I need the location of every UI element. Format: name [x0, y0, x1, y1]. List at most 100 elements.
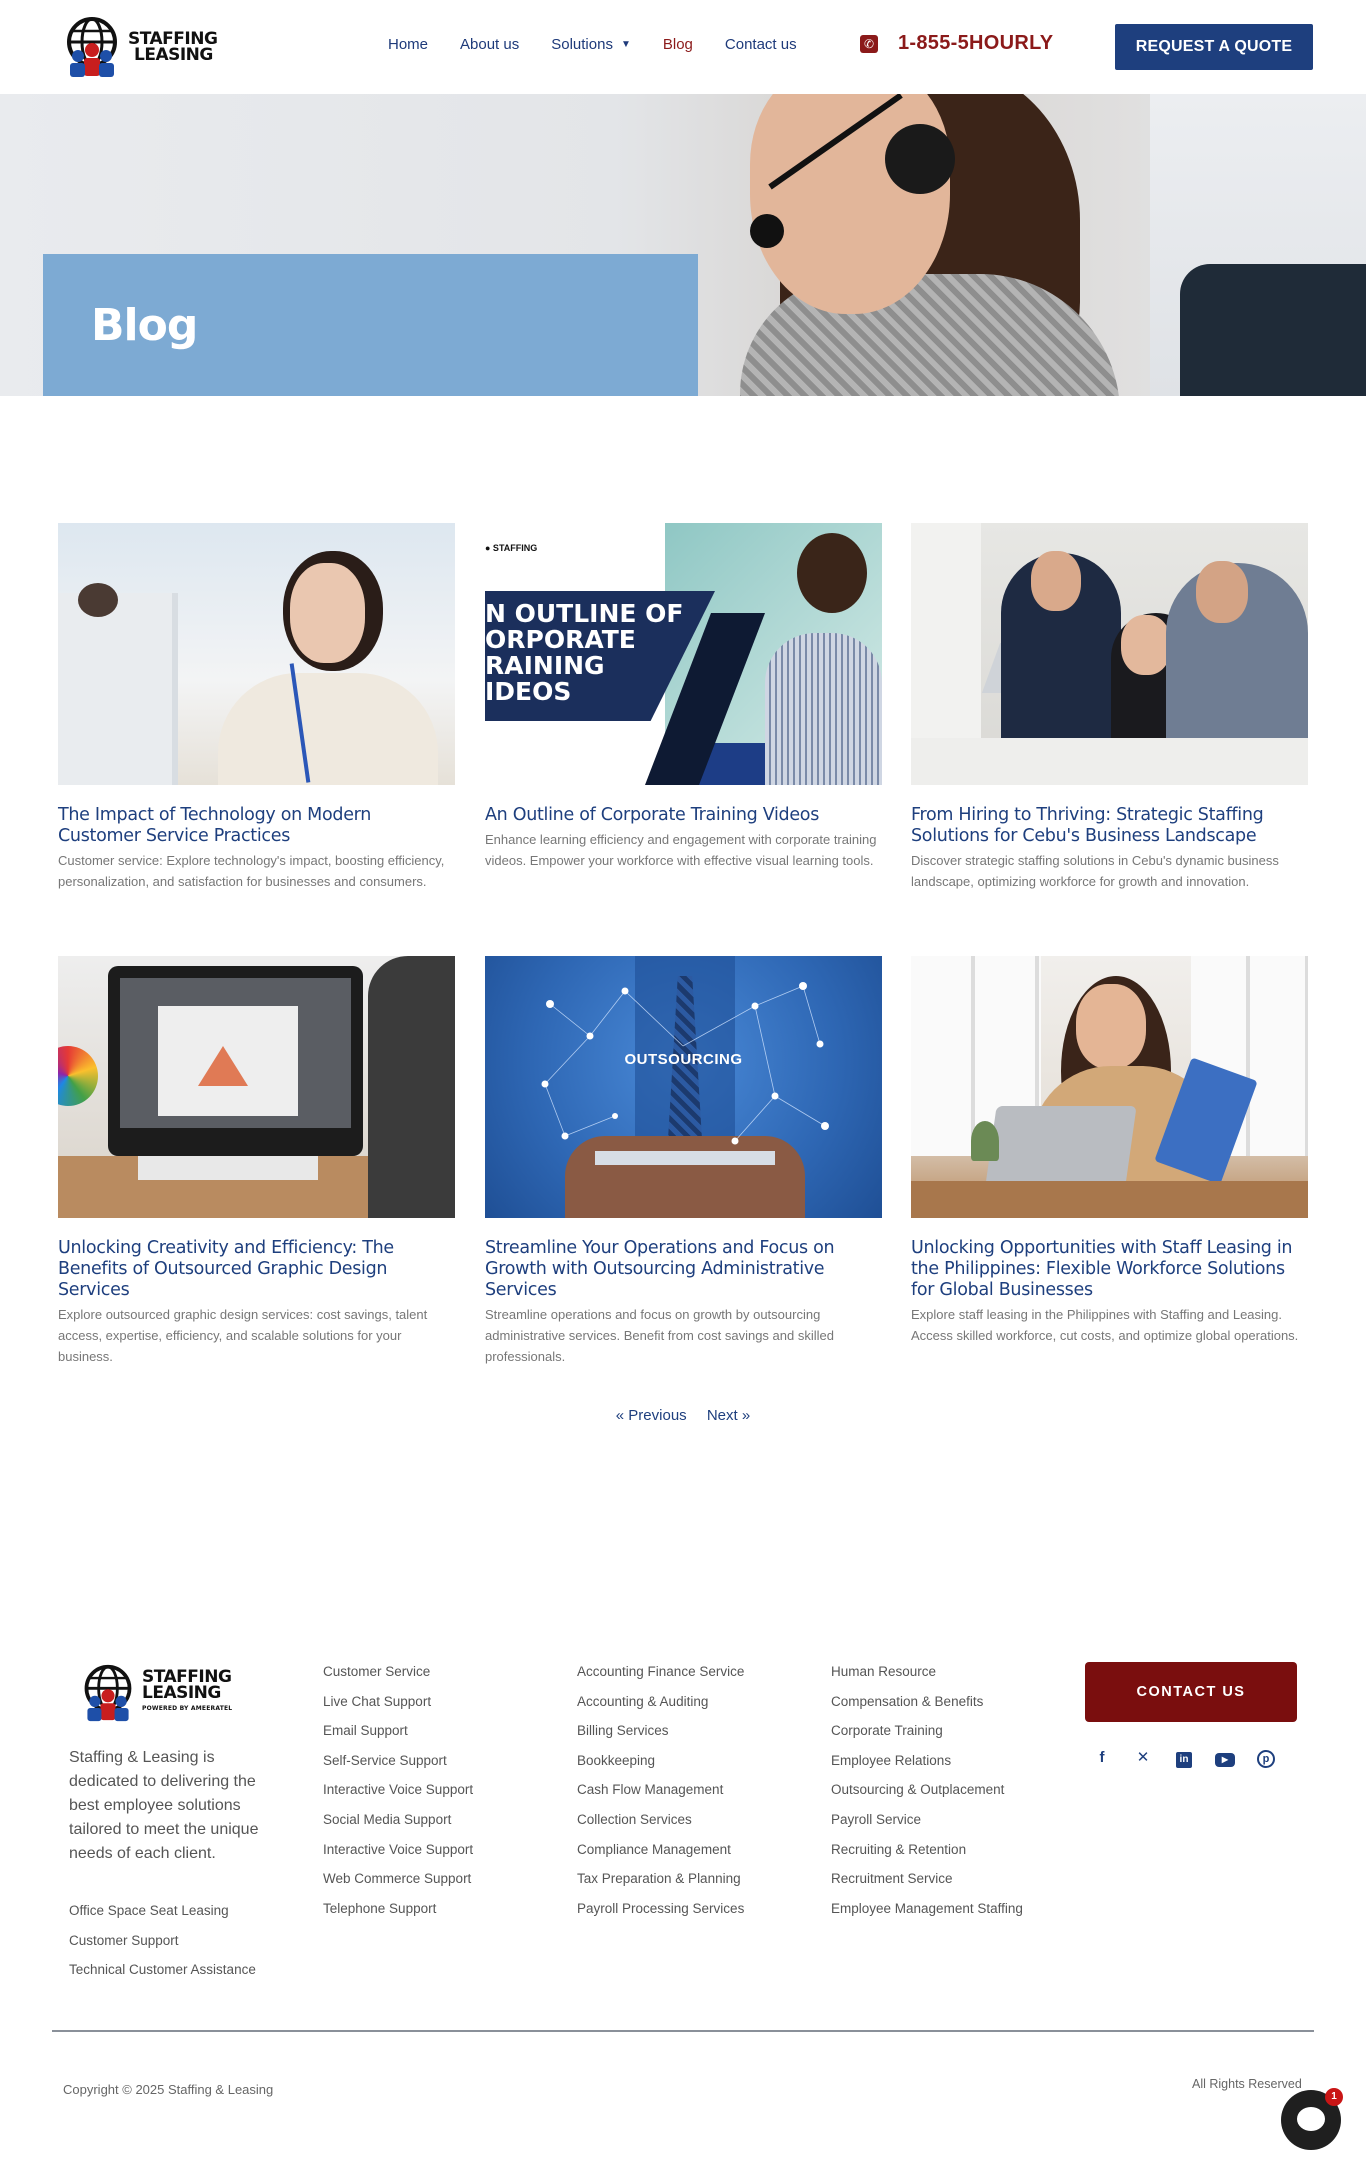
- post-title-link[interactable]: Streamline Your Operations and Focus on …: [485, 1238, 882, 1301]
- headset-icon: [885, 124, 955, 194]
- logo-line-2: LEASING: [134, 45, 213, 65]
- footer-link[interactable]: Customer Support: [69, 1932, 256, 1962]
- nav-blog[interactable]: Blog: [663, 36, 693, 53]
- post-excerpt: Discover strategic staffing solutions in…: [911, 853, 1279, 889]
- post-excerpt: Streamline operations and focus on growt…: [485, 1307, 834, 1364]
- footer-link[interactable]: Interactive Voice Support: [323, 1781, 473, 1811]
- pagination-next-link[interactable]: Next »: [707, 1407, 750, 1424]
- footer-link[interactable]: Employee Relations: [831, 1752, 1023, 1782]
- chat-widget-button[interactable]: 1: [1281, 2088, 1343, 2150]
- footer-link[interactable]: Live Chat Support: [323, 1693, 473, 1723]
- footer-link[interactable]: Interactive Voice Support: [323, 1841, 473, 1871]
- logo-line-2: LEASING: [142, 1683, 221, 1703]
- footer-link[interactable]: Outsourcing & Outplacement: [831, 1781, 1023, 1811]
- footer-link[interactable]: Self-Service Support: [323, 1752, 473, 1782]
- post-image-caption-line: IDEOS: [485, 677, 572, 706]
- post-title-link[interactable]: An Outline of Corporate Training Videos: [485, 805, 882, 826]
- hero-title-box: Blog: [43, 254, 698, 396]
- facebook-icon[interactable]: f: [1092, 1748, 1112, 1768]
- phone-contact[interactable]: ✆ 1-855-5HOURLY: [860, 32, 1053, 55]
- post-excerpt: Customer service: Explore technology's i…: [58, 853, 445, 889]
- footer-column-human-resource: Human Resource Compensation & Benefits C…: [831, 1663, 1023, 1929]
- footer-link[interactable]: Accounting Finance Service: [577, 1663, 744, 1693]
- footer-link[interactable]: Corporate Training: [831, 1722, 1023, 1752]
- footer-link[interactable]: Office Space Seat Leasing: [69, 1902, 256, 1932]
- site-header: STAFFING LEASING Home About us Solutions…: [0, 0, 1366, 94]
- chat-notification-badge: 1: [1325, 2088, 1343, 2106]
- main-nav: Home About us Solutions ▼ Blog Contact us: [388, 36, 829, 53]
- post-thumbnail[interactable]: [58, 956, 455, 1218]
- blog-post-card: Unlocking Opportunities with Staff Leasi…: [911, 956, 1308, 1346]
- footer-link[interactable]: Social Media Support: [323, 1811, 473, 1841]
- post-excerpt: Enhance learning efficiency and engageme…: [485, 832, 877, 868]
- footer-column-customer-service: Customer Service Live Chat Support Email…: [323, 1663, 473, 1929]
- footer-link[interactable]: Employee Management Staffing: [831, 1900, 1023, 1930]
- logo-tagline: POWERED BY AMEERATEL: [142, 1705, 233, 1712]
- footer-link[interactable]: Payroll Service: [831, 1811, 1023, 1841]
- footer-link[interactable]: Recruiting & Retention: [831, 1841, 1023, 1871]
- pagination-previous-link[interactable]: « Previous: [616, 1407, 687, 1424]
- post-excerpt: Explore outsourced graphic design servic…: [58, 1307, 428, 1364]
- footer-link[interactable]: Billing Services: [577, 1722, 744, 1752]
- rights-text: All Rights Reserved: [1192, 2077, 1302, 2091]
- pagination: « Previous Next »: [0, 1407, 1366, 1424]
- footer-extra-links: Office Space Seat Leasing Customer Suppo…: [69, 1902, 256, 1991]
- blog-post-card: The Impact of Technology on Modern Custo…: [58, 523, 455, 892]
- post-image-caption-line: N OUTLINE OF: [485, 599, 684, 628]
- blog-post-card: ● STAFFING N OUTLINE OF ORPORATE RAINING…: [485, 523, 882, 871]
- footer-logo[interactable]: STAFFING LEASING POWERED BY AMEERATEL: [76, 1663, 246, 1723]
- post-thumbnail[interactable]: OUTSOURCING: [485, 956, 882, 1218]
- site-logo[interactable]: STAFFING LEASING: [58, 16, 223, 78]
- post-excerpt: Explore staff leasing in the Philippines…: [911, 1307, 1299, 1343]
- phone-icon: ✆: [860, 34, 878, 53]
- pinterest-icon[interactable]: p: [1256, 1748, 1276, 1768]
- footer-link[interactable]: Human Resource: [831, 1663, 1023, 1693]
- post-title-link[interactable]: From Hiring to Thriving: Strategic Staff…: [911, 805, 1308, 847]
- page-title: Blog: [91, 300, 198, 351]
- contact-us-button[interactable]: CONTACT US: [1085, 1662, 1297, 1722]
- post-title-link[interactable]: Unlocking Opportunities with Staff Leasi…: [911, 1238, 1308, 1301]
- x-icon[interactable]: ✕: [1133, 1748, 1153, 1768]
- nav-solutions-label: Solutions: [551, 36, 613, 53]
- footer-link[interactable]: Customer Service: [323, 1663, 473, 1693]
- footer-link[interactable]: Cash Flow Management: [577, 1781, 744, 1811]
- nav-contact[interactable]: Contact us: [725, 36, 797, 53]
- footer-link[interactable]: Bookkeeping: [577, 1752, 744, 1782]
- footer-about-text: Staffing & Leasing is dedicated to deliv…: [69, 1749, 259, 1862]
- chevron-down-icon: ▼: [620, 39, 631, 50]
- post-image-caption-line: ORPORATE: [485, 625, 636, 654]
- nav-solutions[interactable]: Solutions ▼: [551, 36, 631, 53]
- blog-post-card: OUTSOURCING Streamline Your Operations a…: [485, 956, 882, 1367]
- post-thumbnail[interactable]: ● STAFFING N OUTLINE OF ORPORATE RAINING…: [485, 523, 882, 785]
- hero-banner: Blog: [0, 94, 1366, 396]
- footer-link[interactable]: Tax Preparation & Planning: [577, 1870, 744, 1900]
- post-thumbnail[interactable]: [58, 523, 455, 785]
- globe-people-logo-icon: [58, 16, 126, 78]
- hero-photo-agent: [700, 94, 1120, 396]
- footer-link[interactable]: Compliance Management: [577, 1841, 744, 1871]
- post-title-link[interactable]: Unlocking Creativity and Efficiency: The…: [58, 1238, 455, 1301]
- footer-column-accounting: Accounting Finance Service Accounting & …: [577, 1663, 744, 1929]
- footer-link[interactable]: Web Commerce Support: [323, 1870, 473, 1900]
- nav-home[interactable]: Home: [388, 36, 428, 53]
- footer-link[interactable]: Payroll Processing Services: [577, 1900, 744, 1930]
- request-quote-button[interactable]: REQUEST A QUOTE: [1115, 24, 1313, 70]
- footer-link[interactable]: Recruitment Service: [831, 1870, 1023, 1900]
- phone-number: 1-855-5HOURLY: [898, 32, 1054, 54]
- footer-link[interactable]: Technical Customer Assistance: [69, 1961, 256, 1991]
- linkedin-icon[interactable]: in: [1174, 1748, 1194, 1768]
- post-image-caption-line: RAINING: [485, 651, 605, 680]
- chat-bubble-icon: [1297, 2107, 1325, 2131]
- blog-post-card: From Hiring to Thriving: Strategic Staff…: [911, 523, 1308, 892]
- footer-link[interactable]: Telephone Support: [323, 1900, 473, 1930]
- post-thumbnail[interactable]: [911, 956, 1308, 1218]
- post-title-link[interactable]: The Impact of Technology on Modern Custo…: [58, 805, 455, 847]
- youtube-icon[interactable]: ▶: [1215, 1748, 1235, 1768]
- footer-link[interactable]: Collection Services: [577, 1811, 744, 1841]
- hero-background-chair: [1180, 264, 1366, 396]
- nav-about[interactable]: About us: [460, 36, 519, 53]
- footer-link[interactable]: Email Support: [323, 1722, 473, 1752]
- footer-link[interactable]: Compensation & Benefits: [831, 1693, 1023, 1723]
- post-thumbnail[interactable]: [911, 523, 1308, 785]
- footer-link[interactable]: Accounting & Auditing: [577, 1693, 744, 1723]
